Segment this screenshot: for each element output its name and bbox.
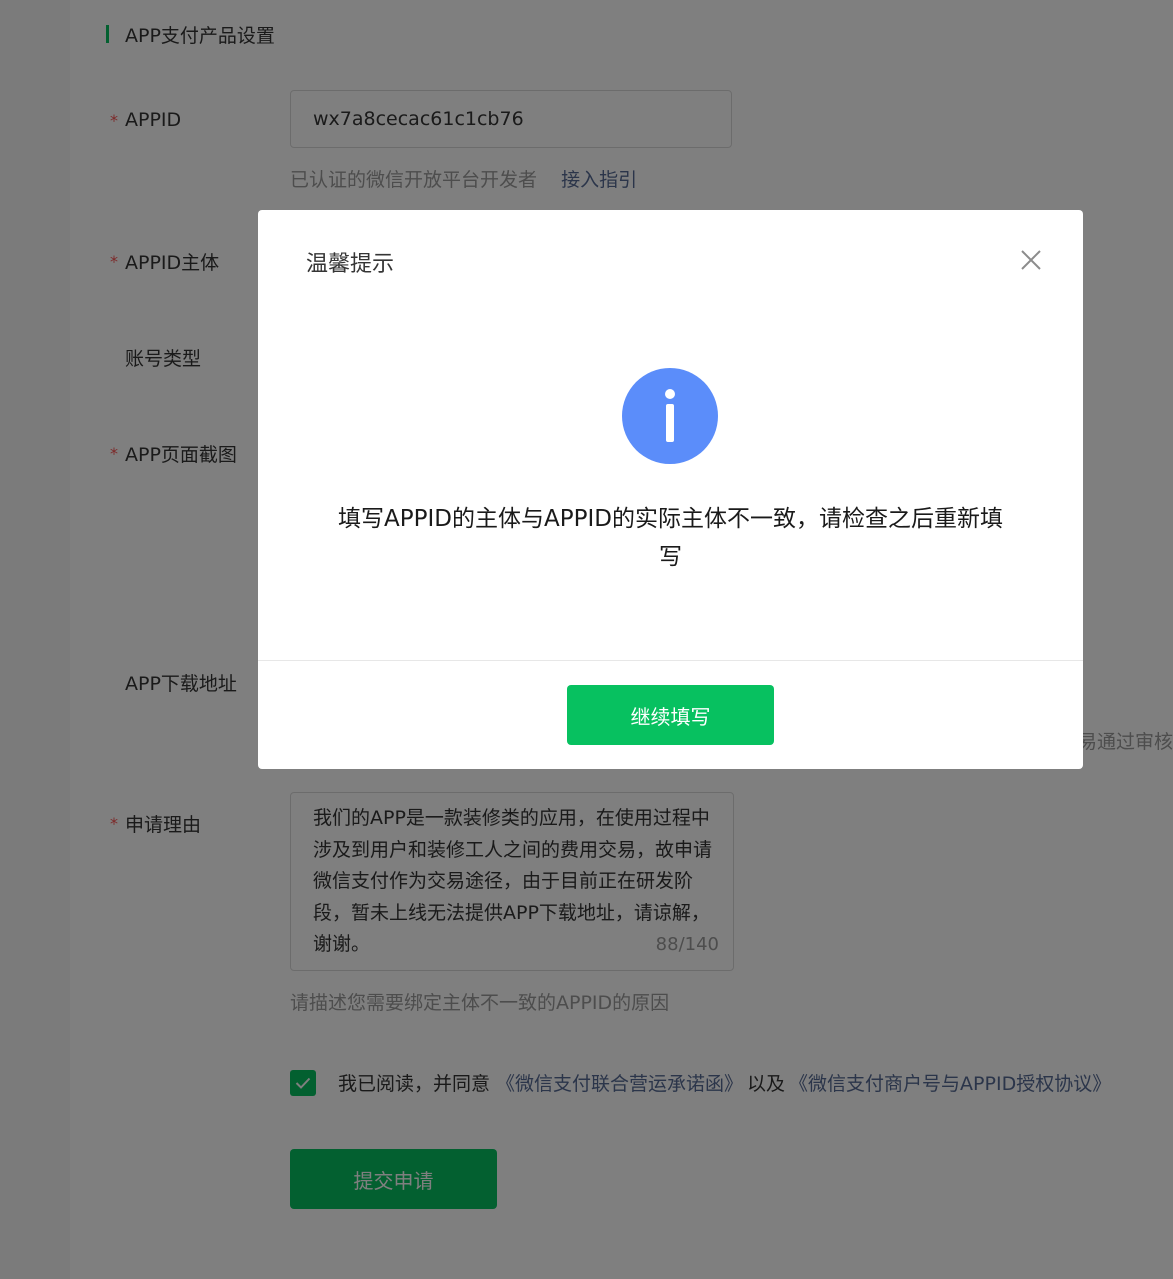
dialog-divider [258, 660, 1083, 661]
dialog-title: 温馨提示 [306, 252, 395, 277]
close-icon[interactable] [1019, 248, 1043, 272]
continue-button[interactable]: 继续填写 [567, 685, 774, 745]
info-icon [622, 368, 718, 464]
dialog-message: 填写APPID的主体与APPID的实际主体不一致，请检查之后重新填写 [338, 506, 1003, 570]
warning-dialog: 温馨提示 填写APPID的主体与APPID的实际主体不一致，请检查之后重新填写 … [258, 210, 1083, 769]
